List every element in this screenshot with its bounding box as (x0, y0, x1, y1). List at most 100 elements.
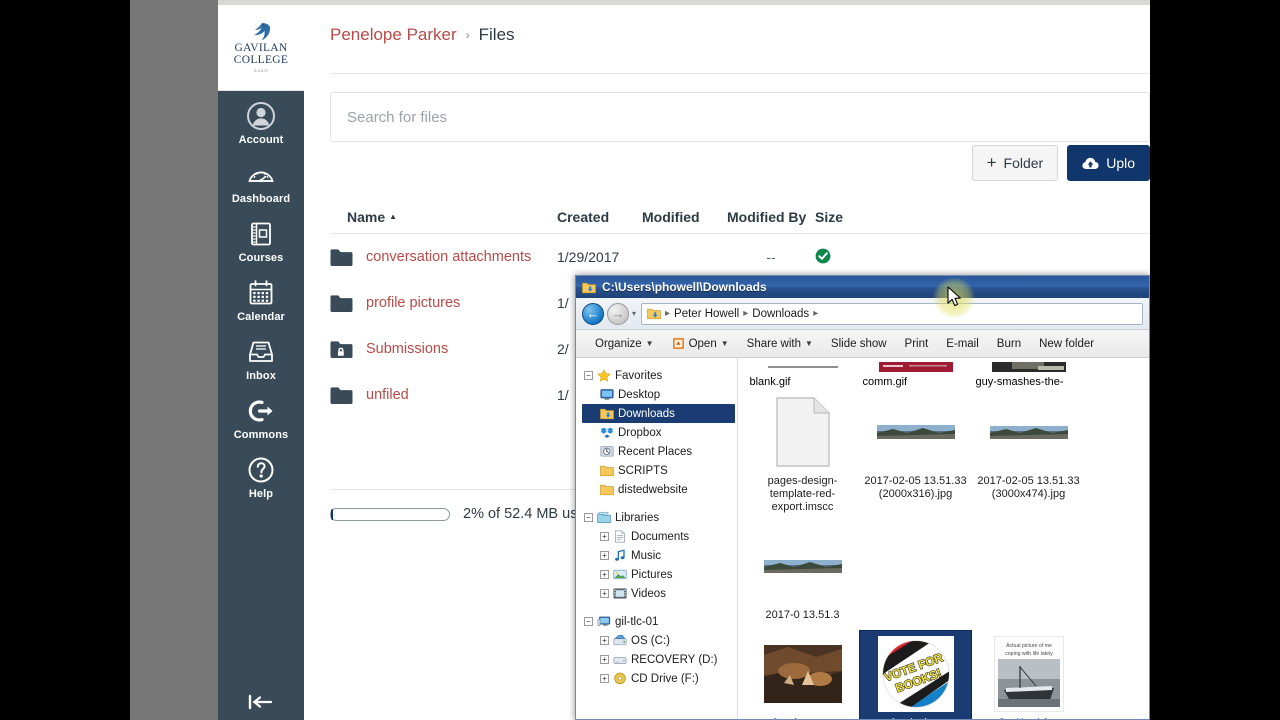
expander-expand-icon[interactable]: + (600, 551, 609, 560)
toolbar-slide-show-button[interactable]: Slide show (822, 332, 896, 356)
expander-expand-icon[interactable]: + (600, 570, 609, 579)
search-input[interactable] (330, 92, 1150, 142)
quota-text: 2% of 52.4 MB use (463, 506, 586, 522)
sidebar-item-dashboard[interactable]: Dashboard (218, 152, 304, 211)
file-label: blank.gif (749, 376, 791, 388)
list-item[interactable]: pages-design-template-red-export.imscc (746, 388, 859, 522)
column-header-created[interactable]: Created (557, 209, 642, 225)
tree-node-dropbox-label: Dropbox (618, 426, 662, 439)
sidebar-item-inbox[interactable]: Inbox (218, 329, 304, 388)
list-item[interactable]: Actual picture of me coping with life la… (972, 630, 1085, 719)
expander-expand-icon[interactable]: + (600, 636, 609, 645)
column-header-name-label: Name (347, 208, 386, 225)
toolbar-open-button[interactable]: Open ▼ (663, 332, 738, 356)
tree-node-computer[interactable]: − gil-tlc-01 (582, 612, 737, 631)
toolbar-organize-button[interactable]: Organize ▼ (586, 332, 663, 356)
toolbar-email-button[interactable]: E-mail (937, 332, 988, 356)
upload-button[interactable]: Uplo (1067, 145, 1150, 181)
table-header-row: Name ▲ Created Modified Modified By Size (330, 200, 1150, 234)
expander-collapse-icon[interactable]: − (584, 513, 593, 522)
landscape-thumb (876, 393, 955, 471)
column-header-modified[interactable]: Modified (642, 209, 727, 225)
expander-expand-icon[interactable]: + (600, 655, 609, 664)
tree-node-desktop-label: Desktop (618, 388, 661, 401)
chevron-down-icon: ▼ (645, 339, 654, 348)
list-item[interactable]: altamira-cave-paintings-615.jpg (746, 630, 859, 719)
tree-node-downloads[interactable]: Downloads (582, 404, 735, 423)
history-dropdown-icon[interactable]: ▾ (632, 309, 636, 318)
address-bar[interactable]: ▸ Peter Howell ▸ Downloads ▸ (641, 302, 1143, 325)
expander-collapse-icon[interactable]: − (584, 371, 593, 380)
list-item-selected[interactable]: VOTE FOR BOOKS! books.jpg (859, 630, 972, 719)
back-button[interactable]: ← (582, 302, 604, 325)
table-row[interactable]: conversation attachments 1/29/2017 -- (330, 234, 1150, 280)
file-name-link[interactable]: conversation attachments (366, 249, 531, 265)
add-folder-button[interactable]: + Folder (971, 145, 1059, 181)
file-created-date: 1/29/2017 (557, 249, 620, 265)
expander-collapse-icon[interactable]: − (584, 617, 593, 626)
list-item[interactable]: comm.gif (859, 362, 972, 388)
list-item[interactable]: 2017-02-05 13.51.33 (2000x316).jpg (859, 388, 972, 522)
published-check-icon (815, 248, 831, 263)
tree-node-desktop[interactable]: Desktop (582, 385, 737, 404)
toolbar-new-folder-button[interactable]: New folder (1030, 332, 1103, 356)
file-name-link[interactable]: Submissions (366, 341, 448, 357)
tree-node-libraries[interactable]: − Libraries (582, 508, 737, 527)
star-icon (597, 369, 611, 382)
address-crumb-folder[interactable]: Downloads (752, 308, 809, 320)
list-item[interactable]: 2017-02-05 13.51.33 (3000x474).jpg (972, 388, 1085, 522)
list-item[interactable]: blank.gif (746, 362, 859, 388)
tree-node-cd-drive-f[interactable]: + CD Drive (F:) (582, 669, 737, 688)
column-header-name[interactable]: Name ▲ (330, 209, 557, 225)
tree-node-distedwebsite[interactable]: distedwebsite (582, 480, 737, 499)
quota-progress-fill (331, 508, 334, 520)
toolbar-print-button[interactable]: Print (896, 332, 938, 356)
breadcrumb-user-link[interactable]: Penelope Parker (330, 25, 457, 45)
explorer-navigation-pane: − Favorites Desktop Downloads Dropbox Re… (576, 358, 738, 719)
file-name-link[interactable]: profile pictures (366, 295, 460, 311)
sidebar-item-calendar[interactable]: Calendar (218, 270, 304, 329)
tree-group-libraries: − Libraries + Documents + Music + Pictur… (582, 508, 737, 603)
tree-node-scripts[interactable]: SCRIPTS (582, 461, 737, 480)
toolbar-burn-button[interactable]: Burn (988, 332, 1030, 356)
windows-explorer-window[interactable]: C:\Users\phowell\Downloads ← → ▾ ▸ Peter… (575, 275, 1150, 720)
tree-node-recent-places[interactable]: Recent Places (582, 442, 737, 461)
blank-document-icon (764, 393, 842, 471)
gavilan-college-logo[interactable]: GAVILAN COLLEGE iLearn (218, 5, 304, 91)
tree-node-recovery-d[interactable]: + RECOVERY (D:) (582, 650, 737, 669)
commons-arrow-icon (248, 400, 273, 422)
list-item[interactable]: guy-smashes-the-computer_5225051_GIFSoup… (972, 362, 1085, 388)
file-published-cell[interactable] (815, 248, 875, 267)
tree-node-music[interactable]: + Music (582, 546, 737, 565)
toolbar-share-with-button[interactable]: Share with ▼ (738, 332, 822, 356)
column-header-modified-by[interactable]: Modified By (727, 209, 815, 225)
tree-node-documents[interactable]: + Documents (582, 527, 737, 546)
column-header-size[interactable]: Size (815, 209, 875, 225)
sidebar-item-commons[interactable]: Commons (218, 388, 304, 447)
address-separator-icon[interactable]: ▸ (813, 308, 818, 319)
tree-node-dropbox[interactable]: Dropbox (582, 423, 737, 442)
sidebar-item-courses[interactable]: Courses (218, 211, 304, 270)
expander-expand-icon[interactable]: + (600, 674, 609, 683)
svg-text:Actual picture of me: Actual picture of me (1006, 643, 1052, 649)
explorer-titlebar[interactable]: C:\Users\phowell\Downloads (576, 276, 1149, 298)
tree-node-pictures[interactable]: + Pictures (582, 565, 737, 584)
storage-quota: 2% of 52.4 MB use (330, 506, 586, 522)
sidebar-item-help[interactable]: Help (218, 447, 304, 506)
file-name-link[interactable]: unfiled (366, 387, 409, 403)
sidebar-item-account[interactable]: Account (218, 93, 304, 152)
tree-node-favorites[interactable]: − Favorites (582, 366, 737, 385)
explorer-file-list[interactable]: blank.gif comm.gif guy-smashes-the- page… (738, 358, 1149, 719)
tree-node-videos[interactable]: + Videos (582, 584, 737, 603)
tree-node-recovery-d-label: RECOVERY (D:) (631, 653, 718, 666)
file-label: 2017-02-05 13.51.33 (3000x474).jpg (977, 475, 1080, 500)
tree-node-os-c[interactable]: + OS (C:) (582, 631, 737, 650)
expander-expand-icon[interactable]: + (600, 532, 609, 541)
expander-expand-icon[interactable]: + (600, 589, 609, 598)
tree-node-os-c-label: OS (C:) (631, 634, 670, 647)
sidebar-collapse-button[interactable] (218, 684, 304, 720)
desktop-icon (600, 389, 614, 400)
address-crumb-user[interactable]: Peter Howell (674, 308, 739, 320)
forward-button[interactable]: → (607, 302, 629, 325)
list-item[interactable]: 2017-0 13.51.3 (746, 522, 859, 630)
